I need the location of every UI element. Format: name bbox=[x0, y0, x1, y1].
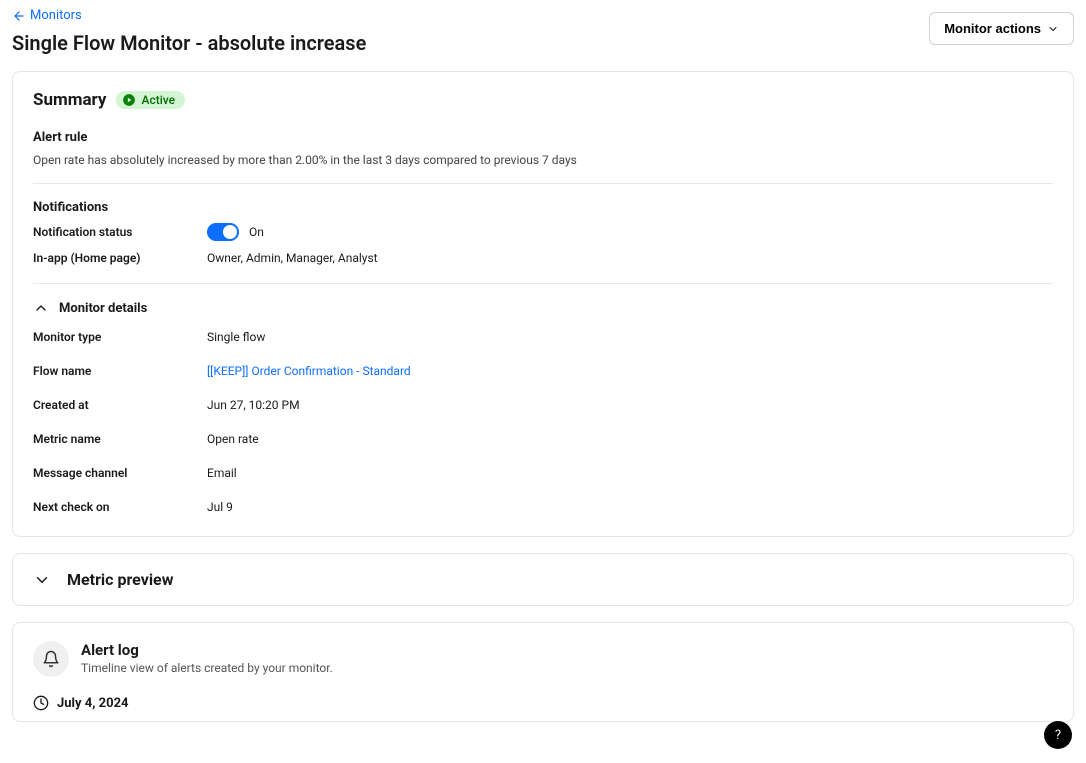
breadcrumb-monitors[interactable]: Monitors bbox=[12, 8, 366, 23]
alert-log-date-row: July 4, 2024 bbox=[33, 695, 1053, 711]
alert-log-card: Alert log Timeline view of alerts create… bbox=[12, 622, 1074, 722]
breadcrumb-label: Monitors bbox=[30, 8, 82, 23]
metric-preview-card: Metric preview bbox=[12, 553, 1074, 606]
created-at-label: Created at bbox=[33, 398, 207, 412]
bell-icon bbox=[42, 650, 60, 668]
inapp-label: In-app (Home page) bbox=[33, 251, 207, 265]
arrow-left-icon bbox=[12, 9, 26, 23]
alert-rule-text: Open rate has absolutely increased by mo… bbox=[33, 153, 1053, 167]
notification-status-label: Notification status bbox=[33, 225, 207, 239]
monitor-actions-label: Monitor actions bbox=[944, 21, 1041, 36]
inapp-value: Owner, Admin, Manager, Analyst bbox=[207, 251, 378, 265]
summary-title: Summary bbox=[33, 90, 106, 110]
message-channel-label: Message channel bbox=[33, 466, 207, 480]
summary-card: Summary Active Alert rule Open rate has … bbox=[12, 71, 1074, 537]
chevron-down-icon bbox=[33, 571, 51, 589]
next-check-label: Next check on bbox=[33, 500, 207, 514]
toggle-knob bbox=[223, 225, 237, 239]
alert-log-date: July 4, 2024 bbox=[57, 696, 128, 711]
created-at-value: Jun 27, 10:20 PM bbox=[207, 398, 300, 412]
bell-icon-circle bbox=[33, 641, 69, 677]
status-badge: Active bbox=[116, 91, 185, 109]
alert-log-title: Alert log bbox=[81, 641, 333, 659]
monitor-type-value: Single flow bbox=[207, 330, 265, 344]
metric-name-label: Metric name bbox=[33, 432, 207, 446]
alert-rule-heading: Alert rule bbox=[33, 130, 1053, 145]
monitor-details-title: Monitor details bbox=[59, 301, 147, 316]
monitor-details-toggle[interactable]: Monitor details bbox=[33, 300, 1053, 316]
help-button[interactable]: ? bbox=[1044, 721, 1072, 749]
metric-name-value: Open rate bbox=[207, 432, 259, 446]
page-title: Single Flow Monitor - absolute increase bbox=[12, 31, 366, 55]
divider bbox=[33, 283, 1053, 284]
metric-preview-title: Metric preview bbox=[67, 570, 173, 589]
notifications-heading: Notifications bbox=[33, 200, 1053, 215]
chevron-up-icon bbox=[33, 300, 49, 316]
chevron-down-icon bbox=[1047, 23, 1059, 35]
monitor-actions-button[interactable]: Monitor actions bbox=[929, 12, 1074, 45]
divider bbox=[33, 183, 1053, 184]
clock-icon bbox=[33, 695, 49, 711]
alert-log-subtitle: Timeline view of alerts created by your … bbox=[81, 661, 333, 675]
next-check-value: Jul 9 bbox=[207, 500, 233, 514]
status-badge-label: Active bbox=[141, 93, 175, 107]
message-channel-value: Email bbox=[207, 466, 237, 480]
notification-status-toggle[interactable] bbox=[207, 223, 239, 241]
flow-name-link[interactable]: [[KEEP]] Order Confirmation - Standard bbox=[207, 364, 411, 378]
play-circle-icon bbox=[122, 93, 136, 107]
monitor-type-label: Monitor type bbox=[33, 330, 207, 344]
notification-status-value: On bbox=[249, 225, 264, 239]
flow-name-label: Flow name bbox=[33, 364, 207, 378]
metric-preview-toggle[interactable]: Metric preview bbox=[33, 570, 1053, 589]
help-label: ? bbox=[1055, 728, 1061, 743]
